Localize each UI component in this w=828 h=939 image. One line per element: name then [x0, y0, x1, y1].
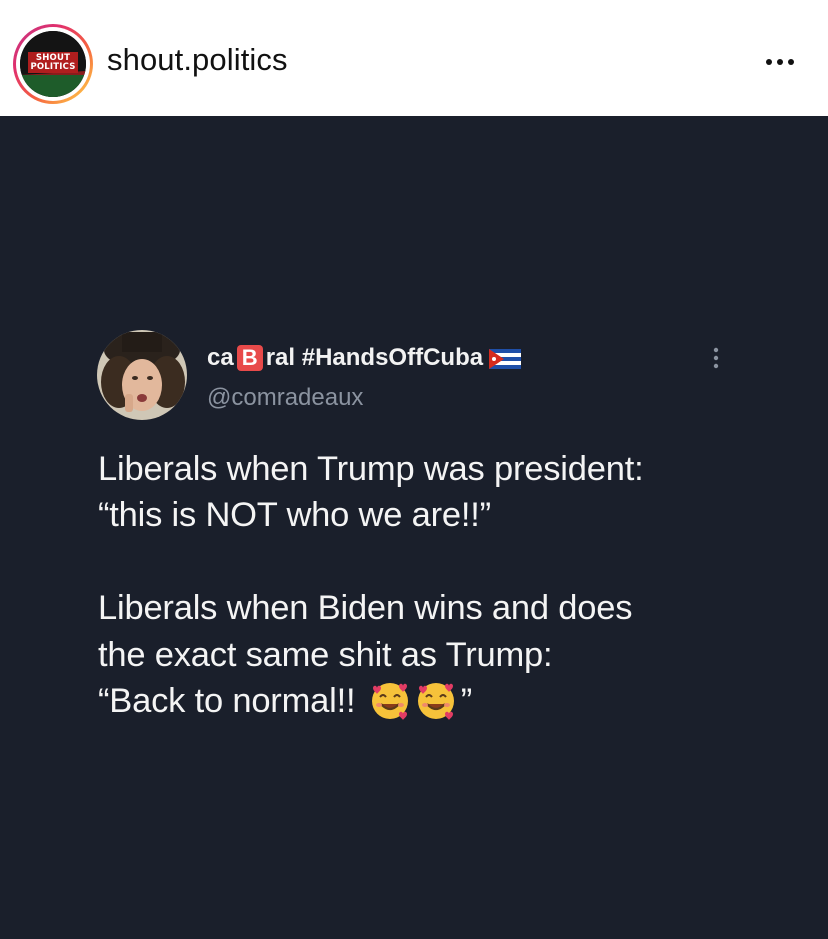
- tweet-more-button[interactable]: [709, 346, 723, 370]
- account-name[interactable]: shout.politics: [107, 42, 288, 78]
- instagram-post: SHOUT POLITICS shout.politics ca B ral #…: [0, 0, 828, 939]
- tweet-author-avatar[interactable]: [97, 330, 187, 420]
- author-photo: [97, 330, 187, 420]
- cuba-flag-icon: [489, 348, 522, 369]
- smiling-face-with-hearts-icon: [369, 680, 411, 722]
- post-header: SHOUT POLITICS shout.politics: [0, 0, 828, 116]
- more-horizontal-icon: [766, 59, 794, 65]
- logo-line-2: POLITICS: [30, 62, 76, 72]
- tweet-text-line: “Back to normal!! ”: [98, 678, 472, 724]
- closing-quote: ”: [460, 682, 473, 720]
- smiling-face-with-hearts-icon: [415, 680, 457, 722]
- letter-b-emoji: B: [236, 345, 263, 371]
- tweet-handle[interactable]: @comradeaux: [207, 384, 363, 412]
- account-avatar[interactable]: SHOUT POLITICS: [20, 31, 86, 97]
- more-vertical-icon: [713, 347, 719, 369]
- tweet-text-line: the exact same shit as Trump:: [98, 636, 553, 674]
- more-options-button[interactable]: [760, 50, 800, 74]
- story-ring[interactable]: SHOUT POLITICS: [13, 24, 93, 104]
- tweet-text-line: “this is NOT who we are!!”: [98, 496, 491, 534]
- tweet-text-line: Liberals when Trump was president:: [98, 450, 644, 488]
- tweet-display-name[interactable]: ca B ral #HandsOffCuba: [207, 344, 522, 372]
- tweet-text-line: Liberals when Biden wins and does: [98, 589, 633, 627]
